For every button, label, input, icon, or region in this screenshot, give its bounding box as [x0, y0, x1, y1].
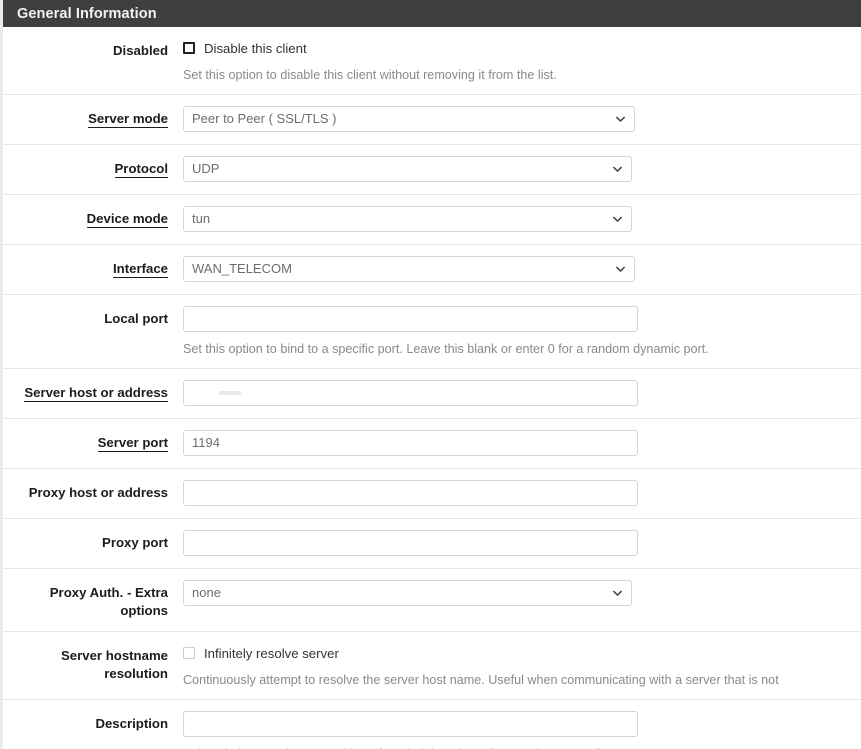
field-label-text: Server host or address	[24, 385, 168, 402]
form-row-device-mode: Device mode tun	[3, 195, 861, 245]
checkbox-line-disabled[interactable]: Disable this client	[183, 38, 855, 58]
form-row-server-hostname-resolution: Server hostname resolution Infinitely res…	[3, 632, 861, 700]
field-label-server-hostname-resolution: Server hostname resolution	[3, 643, 183, 683]
select-wrapper-server-mode: Peer to Peer ( SSL/TLS )	[183, 106, 635, 132]
field-label-protocol: Protocol	[3, 156, 183, 178]
redaction-mark-server-host-or-address	[219, 391, 241, 395]
select-wrapper-device-mode: tun	[183, 206, 632, 232]
help-text-local-port: Set this option to bind to a specific po…	[183, 342, 709, 356]
field-label-text: Proxy host or address	[28, 485, 168, 500]
form-row-server-host-or-address: Server host or address	[3, 369, 861, 419]
panel-header: General Information	[3, 0, 861, 27]
field-control-server-mode: Peer to Peer ( SSL/TLS )	[183, 106, 861, 132]
field-label-local-port: Local port	[3, 306, 183, 328]
general-information-panel: General Information Disabled Disable this…	[0, 0, 861, 749]
field-label-disabled: Disabled	[3, 38, 183, 60]
field-label-server-port: Server port	[3, 430, 183, 452]
field-control-device-mode: tun	[183, 206, 861, 232]
checkbox-label-disabled[interactable]: Disable this client	[204, 41, 307, 56]
field-label-device-mode: Device mode	[3, 206, 183, 228]
field-control-description: A description may be entered here for ad…	[183, 711, 861, 749]
field-label-proxy-auth-extra-options: Proxy Auth. - Extra options	[3, 580, 183, 620]
help-text-server-hostname-resolution: Continuously attempt to resolve the serv…	[183, 673, 779, 687]
input-proxy-port[interactable]	[183, 530, 638, 556]
checkbox-label-server-hostname-resolution[interactable]: Infinitely resolve server	[204, 646, 339, 661]
input-wrapper-server-host-or-address	[183, 380, 638, 406]
form-row-server-port: Server port 1194	[3, 419, 861, 469]
form-body: Disabled Disable this client Set this opti…	[3, 27, 861, 749]
select-device-mode[interactable]: tun	[183, 206, 632, 232]
field-control-proxy-host-or-address	[183, 480, 861, 506]
form-row-proxy-host-or-address: Proxy host or address	[3, 469, 861, 519]
form-row-description: Description A description may be entered …	[3, 700, 861, 749]
form-row-server-mode: Server mode Peer to Peer ( SSL/TLS )	[3, 95, 861, 145]
field-label-proxy-port: Proxy port	[3, 530, 183, 552]
field-control-server-hostname-resolution: Infinitely resolve server Continuously at…	[183, 643, 861, 688]
field-control-proxy-port	[183, 530, 861, 556]
select-wrapper-protocol: UDP	[183, 156, 632, 182]
form-row-disabled: Disabled Disable this client Set this opti…	[3, 27, 861, 95]
field-label-text: Proxy Auth. - Extra options	[49, 585, 168, 618]
field-label-text: Server mode	[88, 111, 168, 128]
field-label-text: Proxy port	[102, 535, 168, 550]
field-label-proxy-host-or-address: Proxy host or address	[3, 480, 183, 502]
form-row-proxy-port: Proxy port	[3, 519, 861, 569]
checkbox-server-hostname-resolution[interactable]	[183, 647, 195, 659]
field-label-text: Server port	[97, 435, 168, 452]
select-wrapper-interface: WAN_TELECOM	[183, 256, 635, 282]
input-proxy-host-or-address[interactable]	[183, 480, 638, 506]
input-description[interactable]	[183, 711, 638, 737]
field-control-proxy-auth-extra-options: none	[183, 580, 861, 606]
field-control-server-host-or-address	[183, 380, 861, 406]
field-label-text: Server hostname resolution	[60, 648, 168, 681]
input-local-port[interactable]	[183, 306, 638, 332]
field-label-text: Description	[95, 716, 168, 731]
form-row-interface: Interface WAN_TELECOM	[3, 245, 861, 295]
field-label-text: Local port	[104, 311, 168, 326]
field-control-server-port: 1194	[183, 430, 861, 456]
field-control-disabled: Disable this client Set this option to di…	[183, 38, 861, 83]
field-control-interface: WAN_TELECOM	[183, 256, 861, 282]
field-label-interface: Interface	[3, 256, 183, 278]
checkbox-disabled[interactable]	[183, 42, 195, 54]
select-wrapper-proxy-auth-extra-options: none	[183, 580, 632, 606]
input-server-port[interactable]: 1194	[183, 430, 638, 456]
page-title: General Information	[17, 5, 157, 22]
field-control-local-port: Set this option to bind to a specific po…	[183, 306, 861, 357]
help-text-disabled: Set this option to disable this client w…	[183, 68, 557, 82]
select-server-mode[interactable]: Peer to Peer ( SSL/TLS )	[183, 106, 635, 132]
field-label-text: Device mode	[86, 211, 168, 228]
field-label-text: Disabled	[113, 43, 168, 58]
select-protocol[interactable]: UDP	[183, 156, 632, 182]
form-row-proxy-auth-extra-options: Proxy Auth. - Extra options none	[3, 569, 861, 632]
field-control-protocol: UDP	[183, 156, 861, 182]
select-proxy-auth-extra-options[interactable]: none	[183, 580, 632, 606]
field-label-text: Protocol	[114, 161, 168, 178]
select-interface[interactable]: WAN_TELECOM	[183, 256, 635, 282]
redaction-overlay-server-host-or-address	[193, 395, 299, 405]
field-label-server-host-or-address: Server host or address	[3, 380, 183, 402]
form-row-protocol: Protocol UDP	[3, 145, 861, 195]
field-label-description: Description	[3, 711, 183, 733]
form-row-local-port: Local port Set this option to bind to a s…	[3, 295, 861, 369]
checkbox-line-server-hostname-resolution[interactable]: Infinitely resolve server	[183, 643, 855, 663]
field-label-text: Interface	[113, 261, 168, 278]
field-label-server-mode: Server mode	[3, 106, 183, 128]
